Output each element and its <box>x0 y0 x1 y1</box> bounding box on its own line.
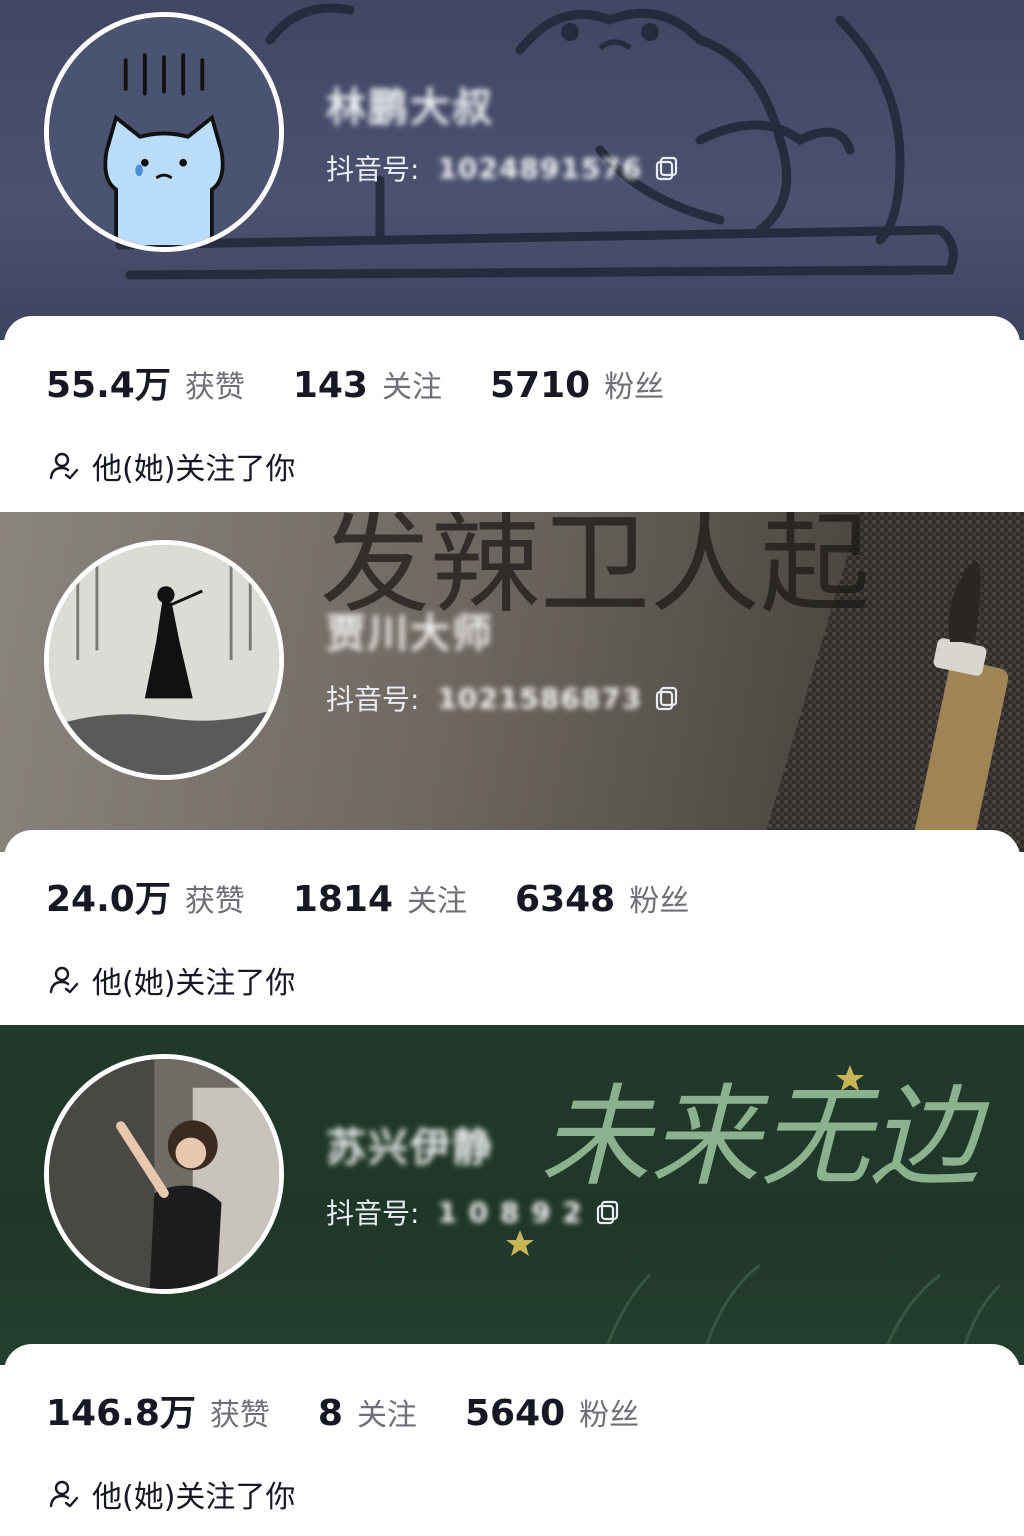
followers-label: 粉丝 <box>579 1398 640 1433</box>
follows-you-text: 他(她)关注了你 <box>92 452 296 487</box>
stats-row: 24.0万 获赞 1814 关注 6348 粉丝 <box>46 870 737 922</box>
following-count: 8 <box>317 1393 343 1434</box>
avatar[interactable] <box>44 12 284 252</box>
likes-stat[interactable]: 55.4万 获赞 <box>46 356 245 408</box>
profile-name: 林鹏大叔 <box>326 85 494 131</box>
copy-icon[interactable] <box>595 1199 621 1225</box>
copy-icon[interactable] <box>654 685 680 711</box>
avatar[interactable] <box>44 1054 284 1294</box>
sad-cat-icon <box>49 17 279 247</box>
followers-label: 粉丝 <box>604 370 665 405</box>
following-count: 1814 <box>292 879 394 920</box>
follows-you-row: 他(她)关注了你 <box>48 444 295 488</box>
douyin-id-value: 1021586873 <box>437 681 643 715</box>
likes-count: 146.8万 <box>46 1393 196 1434</box>
girl-portrait-icon <box>49 1059 279 1289</box>
douyin-id-label: 抖音号: <box>326 153 420 186</box>
user-check-icon <box>49 966 79 994</box>
followers-stat[interactable]: 5640 粉丝 <box>465 1390 639 1434</box>
profile-stats-card: 55.4万 获赞 143 关注 5710 粉丝 他(她)关注了你 <box>4 316 1020 512</box>
copy-icon[interactable] <box>654 155 680 181</box>
follows-you-row: 他(她)关注了你 <box>48 958 295 1002</box>
douyin-id-label: 抖音号: <box>326 683 420 716</box>
following-stat[interactable]: 8 关注 <box>318 1390 417 1434</box>
douyin-id-row: 抖音号: 1021586873 <box>326 680 680 716</box>
followers-count: 5640 <box>464 1393 566 1434</box>
likes-label: 获赞 <box>184 884 245 919</box>
ink-swordsman-icon <box>49 545 279 775</box>
profile-name: 苏兴伊静 <box>326 1125 494 1171</box>
douyin-id-value: 1024891576 <box>437 151 643 185</box>
following-label: 关注 <box>381 370 442 405</box>
user-check-icon <box>49 452 79 480</box>
profile-card-1[interactable]: 林鹏大叔 抖音号: 1024891576 55.4万 获赞 143 关注 571… <box>0 0 1024 512</box>
follows-you-text: 他(她)关注了你 <box>92 1480 296 1515</box>
profile-name: 贾川大师 <box>326 611 494 657</box>
douyin-id-row: 抖音号: 1024891576 <box>326 150 680 186</box>
banner-slogan: 未来无边 <box>540 1073 990 1201</box>
likes-label: 获赞 <box>209 1398 270 1433</box>
following-stat[interactable]: 1814 关注 <box>293 876 467 920</box>
followers-count: 6348 <box>515 879 616 920</box>
douyin-id-value: 1 0 8 9 2 <box>437 1195 583 1229</box>
followers-label: 粉丝 <box>629 884 690 919</box>
user-check-icon <box>49 1480 79 1508</box>
follows-you-text: 他(她)关注了你 <box>92 966 296 1001</box>
profile-stats-card: 24.0万 获赞 1814 关注 6348 粉丝 他(她)关注了你 <box>4 830 1020 1025</box>
likes-label: 获赞 <box>184 370 245 405</box>
douyin-id-label: 抖音号: <box>326 1197 420 1230</box>
following-count: 143 <box>292 365 368 406</box>
followers-count: 5710 <box>489 365 591 406</box>
following-stat[interactable]: 143 关注 <box>293 362 442 406</box>
likes-stat[interactable]: 146.8万 获赞 <box>46 1384 270 1436</box>
stats-row: 55.4万 获赞 143 关注 5710 粉丝 <box>46 356 712 408</box>
stats-row: 146.8万 获赞 8 关注 5640 粉丝 <box>46 1384 687 1436</box>
followers-stat[interactable]: 5710 粉丝 <box>490 362 664 406</box>
follows-you-row: 他(她)关注了你 <box>48 1472 295 1516</box>
followers-stat[interactable]: 6348 粉丝 <box>515 876 689 920</box>
following-label: 关注 <box>407 884 468 919</box>
likes-count: 24.0万 <box>46 879 171 920</box>
likes-stat[interactable]: 24.0万 获赞 <box>46 870 245 922</box>
douyin-id-row: 抖音号: 1 0 8 9 2 <box>326 1194 621 1230</box>
likes-count: 55.4万 <box>46 365 171 406</box>
avatar[interactable] <box>44 540 284 780</box>
following-label: 关注 <box>356 1398 417 1433</box>
profile-stats-card: 146.8万 获赞 8 关注 5640 粉丝 他(她)关注了你 <box>4 1344 1020 1536</box>
